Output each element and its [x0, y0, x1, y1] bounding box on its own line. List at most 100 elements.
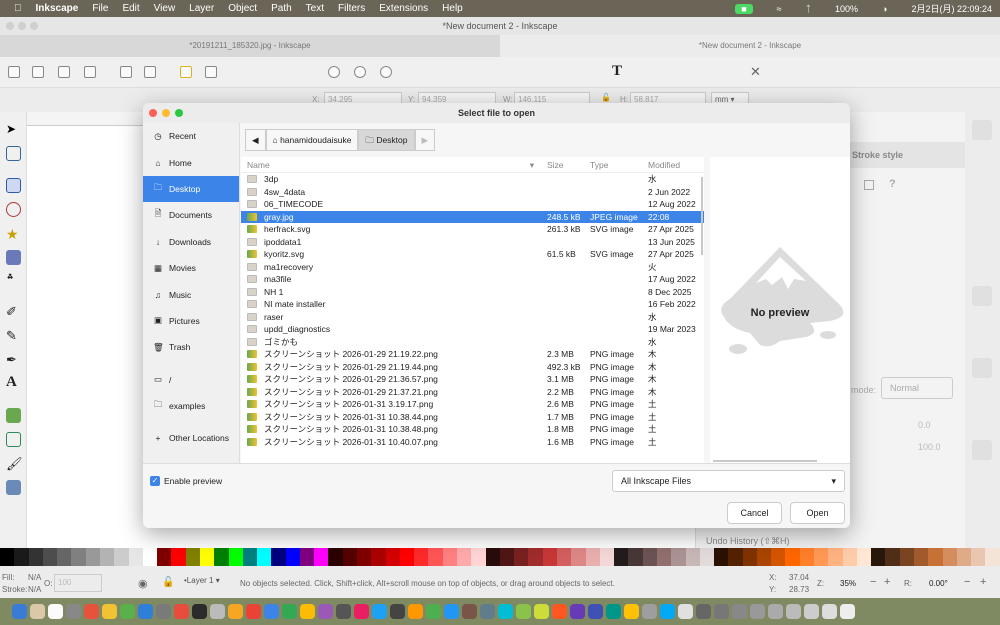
palette-swatch[interactable] — [99, 548, 115, 566]
dock-app-icon[interactable] — [66, 604, 81, 619]
enable-preview-checkbox[interactable]: ✓ Enable preview — [150, 476, 222, 486]
dock-app-icon[interactable] — [120, 604, 135, 619]
snap-toggle-icon[interactable] — [972, 120, 992, 140]
dock-app-icon[interactable] — [210, 604, 225, 619]
dock-app-icon[interactable] — [48, 604, 63, 619]
file-row[interactable]: スクリーンショット 2026-01-31 10.40.07.png 1.6 MB… — [241, 436, 704, 449]
file-row[interactable]: スクリーンショット 2026-01-29 21.19.22.png 2.3 MB… — [241, 348, 704, 361]
cancel-button[interactable]: Cancel — [727, 502, 782, 524]
dock-app-icon[interactable] — [642, 604, 657, 619]
palette-swatch[interactable] — [756, 548, 772, 566]
dock-app-icon[interactable] — [390, 604, 405, 619]
file-row[interactable]: スクリーンショット 2026-01-29 21.37.21.png 2.2 MB… — [241, 386, 704, 399]
palette-swatch[interactable] — [242, 548, 258, 566]
gradient-tool-icon[interactable] — [6, 408, 21, 423]
palette-swatch[interactable] — [985, 548, 1000, 566]
palette-swatch[interactable] — [856, 548, 872, 566]
palette-swatch[interactable] — [699, 548, 715, 566]
snap-others-icon[interactable] — [972, 440, 992, 460]
clock[interactable]: 2月2日(月) 22:09:24 — [911, 2, 992, 15]
palette-swatch[interactable] — [85, 548, 100, 566]
dock-app-icon[interactable] — [606, 604, 621, 619]
palette-swatch[interactable] — [685, 548, 700, 566]
dock-app-icon[interactable] — [516, 604, 531, 619]
print-icon[interactable] — [84, 66, 96, 78]
palette-swatch[interactable] — [328, 548, 343, 566]
dock-app-icon[interactable] — [768, 604, 783, 619]
menu-app[interactable]: Inkscape — [36, 3, 79, 14]
palette-swatch[interactable] — [314, 548, 329, 566]
dock-app-icon[interactable] — [372, 604, 387, 619]
dock-app-icon[interactable] — [498, 604, 513, 619]
palette-swatch[interactable] — [642, 548, 657, 566]
palette-swatch[interactable] — [285, 548, 300, 566]
file-row[interactable]: raser 水 — [241, 311, 704, 324]
ellipse-tool-icon[interactable] — [6, 202, 21, 217]
selector-tool-icon[interactable]: ➤ — [6, 122, 21, 137]
file-row[interactable]: 06_TIMECODE 12 Aug 2022 — [241, 198, 704, 211]
palette-swatch[interactable] — [928, 548, 943, 566]
palette-swatch[interactable] — [485, 548, 500, 566]
bluetooth-icon[interactable]: ᛏ — [806, 4, 811, 14]
dock-app-icon[interactable] — [678, 604, 693, 619]
zoom-selection-icon[interactable] — [328, 66, 340, 78]
file-row[interactable]: 4sw_4data 2 Jun 2022 — [241, 186, 704, 199]
layer-dropdown[interactable]: •Layer 1 ▾ — [184, 576, 220, 585]
dock-app-icon[interactable] — [480, 604, 495, 619]
wifi-icon[interactable]: ≈ — [777, 4, 782, 14]
palette-swatch[interactable] — [57, 548, 72, 566]
palette-swatch[interactable] — [585, 548, 600, 566]
place-home[interactable]: ⌂ Home — [143, 149, 239, 175]
palette-swatch[interactable] — [542, 548, 557, 566]
dialog-minimize-button[interactable] — [162, 109, 170, 117]
zoom-drawing-icon[interactable] — [354, 66, 366, 78]
dock-app-icon[interactable] — [588, 604, 603, 619]
column-size[interactable]: Size — [542, 157, 585, 172]
palette-swatch[interactable] — [871, 548, 886, 566]
import-icon[interactable] — [120, 66, 132, 78]
file-row[interactable]: ma3file 17 Aug 2022 — [241, 273, 704, 286]
dialog-zoom-button[interactable] — [175, 109, 183, 117]
file-row[interactable]: herfrack.svg 261.3 kB SVG image 27 Apr 2… — [241, 223, 704, 236]
dock-app-icon[interactable] — [534, 604, 549, 619]
path-desktop-button[interactable]: 🗀 Desktop — [358, 129, 415, 151]
opacity-value[interactable]: 100.0 — [918, 442, 941, 452]
dock-app-icon[interactable] — [354, 604, 369, 619]
palette-swatch[interactable] — [656, 548, 672, 566]
dock-app-icon[interactable] — [624, 604, 639, 619]
palette-swatch[interactable] — [214, 548, 229, 566]
layer-lock-icon[interactable]: 🔓 — [162, 577, 174, 588]
palette-swatch[interactable] — [971, 548, 986, 566]
column-modified[interactable]: Modified — [643, 157, 703, 172]
palette-swatch[interactable] — [457, 548, 472, 566]
battery-text[interactable]: 100% — [835, 4, 858, 14]
pencil-tool-icon[interactable]: ✎ — [6, 328, 21, 343]
text-font-icon[interactable]: T — [612, 63, 622, 80]
menu-view[interactable]: View — [154, 3, 176, 14]
file-row[interactable]: スクリーンショット 2026-01-29 21.36.57.png 3.1 MB… — [241, 373, 704, 386]
menu-file[interactable]: File — [92, 3, 108, 14]
palette-swatch[interactable] — [0, 548, 15, 566]
palette-swatch[interactable] — [628, 548, 643, 566]
place-documents[interactable]: 🗎 Documents — [143, 202, 239, 228]
palette-swatch[interactable] — [814, 548, 829, 566]
palette-swatch[interactable] — [714, 548, 729, 566]
rotate-cw-button[interactable]: + — [980, 576, 986, 588]
dock-app-icon[interactable] — [156, 604, 171, 619]
palette-swatch[interactable] — [357, 548, 372, 566]
palette-swatch[interactable] — [399, 548, 415, 566]
3d-box-tool-icon[interactable] — [6, 250, 21, 265]
blend-mode-dropdown[interactable]: Normal — [881, 377, 953, 399]
tab-document-2[interactable]: *New document 2 - Inkscape — [500, 35, 1000, 57]
file-row[interactable]: 3dp 水 — [241, 173, 704, 186]
palette-swatch[interactable] — [342, 548, 358, 566]
mesh-tool-icon[interactable] — [6, 432, 21, 447]
dock-app-icon[interactable] — [570, 604, 585, 619]
palette-swatch[interactable] — [885, 548, 900, 566]
menu-path[interactable]: Path — [271, 3, 292, 14]
palette-swatch[interactable] — [114, 548, 129, 566]
unknown-paint-icon[interactable]: ? — [889, 178, 896, 190]
text-tool-icon[interactable]: A — [6, 374, 21, 390]
preview-scrollbar[interactable] — [713, 460, 817, 462]
dock-app-icon[interactable] — [30, 604, 45, 619]
